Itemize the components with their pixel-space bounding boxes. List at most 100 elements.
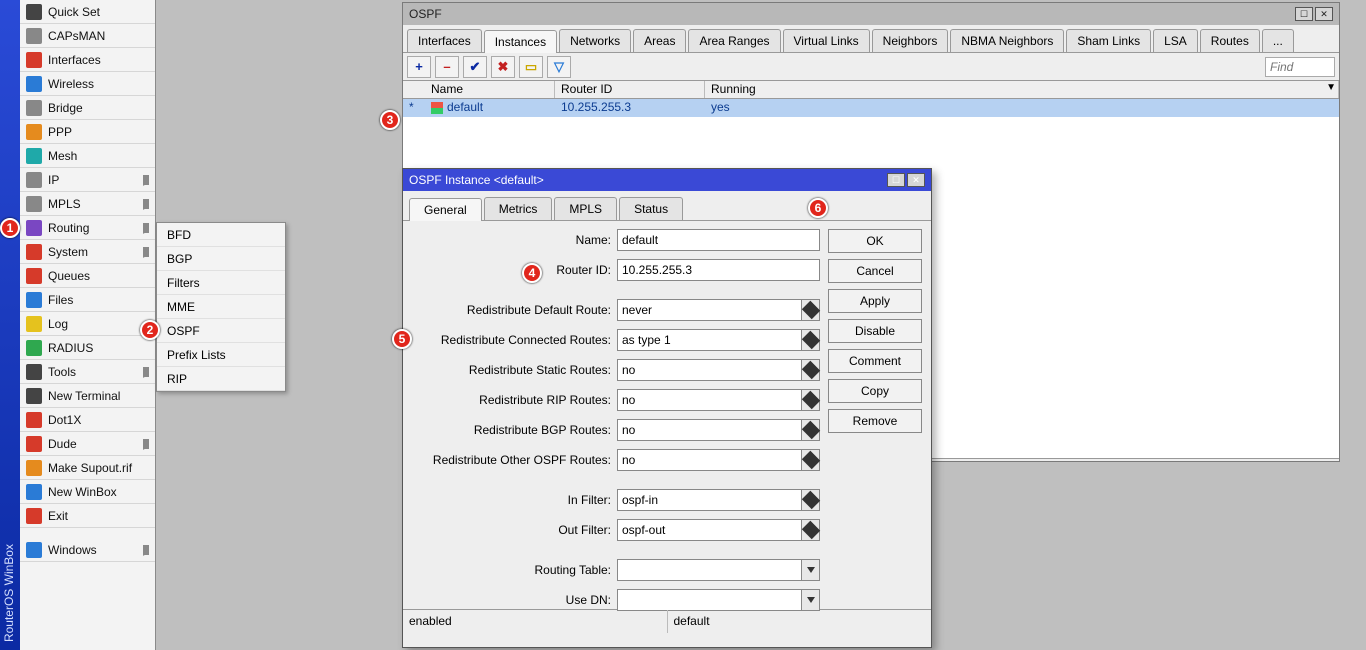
sidebar-item-queues[interactable]: Queues [20, 264, 155, 288]
sidebar-item-exit[interactable]: Exit [20, 504, 155, 528]
sidebar-item-system[interactable]: System [20, 240, 155, 264]
enable-button[interactable]: ✔ [463, 56, 487, 78]
disable-button[interactable]: Disable [828, 319, 922, 343]
dropdown-icon[interactable] [802, 299, 820, 321]
menu-icon [26, 148, 42, 164]
outfilter-field[interactable] [617, 519, 802, 541]
tab-routes[interactable]: Routes [1200, 29, 1260, 52]
sidebar-item-radius[interactable]: RADIUS [20, 336, 155, 360]
close-icon[interactable]: ✕ [907, 173, 925, 187]
dropdown-icon[interactable] [802, 589, 820, 611]
tab-neighbors[interactable]: Neighbors [872, 29, 949, 52]
tab-areas[interactable]: Areas [633, 29, 686, 52]
sidebar-item-interfaces[interactable]: Interfaces [20, 48, 155, 72]
redist-bgp-label: Redistribute BGP Routes: [411, 423, 611, 437]
redist-connected-field[interactable] [617, 329, 802, 351]
disable-button[interactable]: ✖ [491, 56, 515, 78]
instance-title-bar[interactable]: OSPF Instance <default> ☐ ✕ [403, 169, 931, 191]
apply-button[interactable]: Apply [828, 289, 922, 313]
sidebar-item-files[interactable]: Files [20, 288, 155, 312]
ok-button[interactable]: OK [828, 229, 922, 253]
dropdown-icon[interactable] [802, 519, 820, 541]
sidebar-item-tools[interactable]: Tools [20, 360, 155, 384]
tab-virtual-links[interactable]: Virtual Links [783, 29, 870, 52]
redist-static-field[interactable] [617, 359, 802, 381]
menu-icon [26, 436, 42, 452]
dropdown-icon[interactable] [802, 359, 820, 381]
submenu-item-mme[interactable]: MME [157, 295, 285, 319]
redist-rip-field[interactable] [617, 389, 802, 411]
tab--[interactable]: ... [1262, 29, 1294, 52]
table-row[interactable]: * default 10.255.255.3 yes [403, 99, 1339, 117]
tab-sham-links[interactable]: Sham Links [1066, 29, 1151, 52]
comment-button[interactable]: Comment [828, 349, 922, 373]
tab-mpls[interactable]: MPLS [554, 197, 617, 220]
window-menu-icon[interactable]: ☐ [887, 173, 905, 187]
sidebar-item-ppp[interactable]: PPP [20, 120, 155, 144]
sidebar-item-dude[interactable]: Dude [20, 432, 155, 456]
redist-bgp-field[interactable] [617, 419, 802, 441]
sidebar-item-make-supout-rif[interactable]: Make Supout.rif [20, 456, 155, 480]
dropdown-icon[interactable] [802, 489, 820, 511]
tab-general[interactable]: General [409, 198, 482, 221]
sidebar-item-mpls[interactable]: MPLS [20, 192, 155, 216]
sidebar-item-mesh[interactable]: Mesh [20, 144, 155, 168]
columns-dropdown-icon[interactable]: ▼ [1326, 82, 1336, 93]
callout-badge-2: 2 [140, 320, 160, 340]
tab-interfaces[interactable]: Interfaces [407, 29, 482, 52]
submenu-item-ospf[interactable]: OSPF [157, 319, 285, 343]
tab-networks[interactable]: Networks [559, 29, 631, 52]
submenu-item-rip[interactable]: RIP [157, 367, 285, 391]
sidebar-item-quick-set[interactable]: Quick Set [20, 0, 155, 24]
submenu-item-filters[interactable]: Filters [157, 271, 285, 295]
dropdown-icon[interactable] [802, 329, 820, 351]
sidebar-item-label: RADIUS [48, 341, 149, 355]
window-menu-icon[interactable]: ☐ [1295, 7, 1313, 21]
comment-button[interactable]: ▭ [519, 56, 543, 78]
tab-status[interactable]: Status [619, 197, 683, 220]
dropdown-icon[interactable] [802, 419, 820, 441]
close-icon[interactable]: ✕ [1315, 7, 1333, 21]
sidebar-item-label: Routing [48, 221, 143, 235]
sidebar-item-log[interactable]: Log [20, 312, 155, 336]
cancel-button[interactable]: Cancel [828, 259, 922, 283]
tab-instances[interactable]: Instances [484, 30, 557, 53]
submenu-item-prefix-lists[interactable]: Prefix Lists [157, 343, 285, 367]
sidebar-item-new-terminal[interactable]: New Terminal [20, 384, 155, 408]
remove-button[interactable]: – [435, 56, 459, 78]
routerid-field[interactable] [617, 259, 820, 281]
sidebar-item-ip[interactable]: IP [20, 168, 155, 192]
dropdown-icon[interactable] [802, 389, 820, 411]
dropdown-icon[interactable] [802, 449, 820, 471]
tab-lsa[interactable]: LSA [1153, 29, 1198, 52]
filter-button[interactable]: ▽ [547, 56, 571, 78]
ospf-title-bar[interactable]: OSPF ☐ ✕ [403, 3, 1339, 25]
find-input[interactable] [1265, 57, 1335, 77]
col-routerid[interactable]: Router ID [555, 81, 705, 98]
col-name[interactable]: Name [425, 81, 555, 98]
redist-otherospf-field[interactable] [617, 449, 802, 471]
routingtable-field[interactable] [617, 559, 802, 581]
sidebar-item-windows[interactable]: Windows [20, 538, 155, 562]
redist-default-field[interactable] [617, 299, 802, 321]
sidebar-item-routing[interactable]: Routing [20, 216, 155, 240]
sidebar-item-label: Log [48, 317, 149, 331]
sidebar-item-capsman[interactable]: CAPsMAN [20, 24, 155, 48]
tab-nbma-neighbors[interactable]: NBMA Neighbors [950, 29, 1064, 52]
submenu-item-bgp[interactable]: BGP [157, 247, 285, 271]
copy-button[interactable]: Copy [828, 379, 922, 403]
infilter-field[interactable] [617, 489, 802, 511]
sidebar-item-wireless[interactable]: Wireless [20, 72, 155, 96]
sidebar-item-bridge[interactable]: Bridge [20, 96, 155, 120]
sidebar-item-new-winbox[interactable]: New WinBox [20, 480, 155, 504]
dropdown-icon[interactable] [802, 559, 820, 581]
tab-area-ranges[interactable]: Area Ranges [688, 29, 780, 52]
submenu-item-bfd[interactable]: BFD [157, 223, 285, 247]
usedn-field[interactable] [617, 589, 802, 611]
name-field[interactable] [617, 229, 820, 251]
remove-button[interactable]: Remove [828, 409, 922, 433]
sidebar-item-dot1x[interactable]: Dot1X [20, 408, 155, 432]
tab-metrics[interactable]: Metrics [484, 197, 553, 220]
col-running[interactable]: Running [705, 81, 760, 98]
add-button[interactable]: + [407, 56, 431, 78]
